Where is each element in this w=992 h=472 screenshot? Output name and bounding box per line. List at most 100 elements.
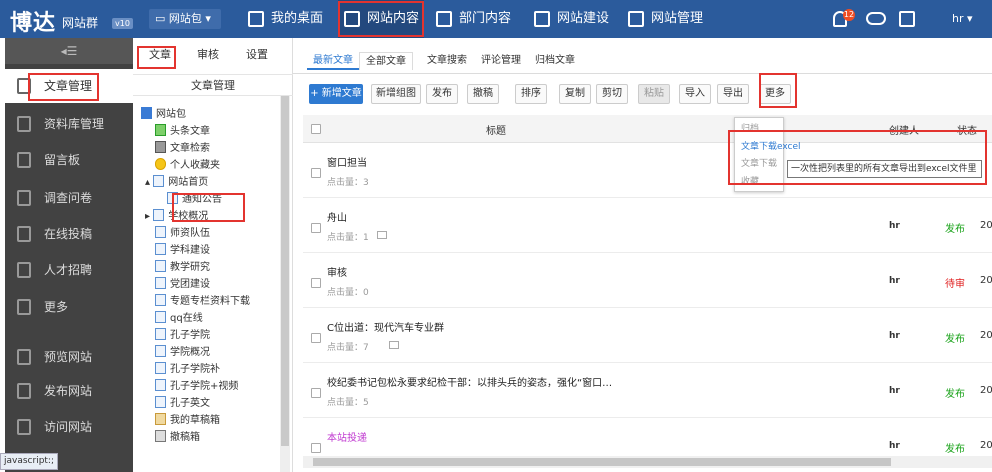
tree-item[interactable]: 网站包 xyxy=(141,106,250,123)
nav-site-build[interactable]: 网站建设 xyxy=(534,0,609,38)
tree-item[interactable]: qq在线 xyxy=(141,310,250,327)
image-icon xyxy=(377,231,387,239)
export-button[interactable]: 导出 xyxy=(717,84,749,104)
row-checkbox[interactable] xyxy=(311,388,321,398)
import-button[interactable]: 导入 xyxy=(679,84,711,104)
tree-scrollbar[interactable] xyxy=(280,96,290,472)
tree-tab-settings[interactable]: 设置 xyxy=(240,44,274,66)
tree-item[interactable]: 师资队伍 xyxy=(141,225,250,242)
tree-item[interactable]: 孔子学院 xyxy=(141,327,250,344)
row-creator: hr xyxy=(889,221,900,231)
add-gallery-button[interactable]: 新增组图 xyxy=(371,84,421,104)
tree-tab-review[interactable]: 审核 xyxy=(191,44,225,66)
row-checkbox[interactable] xyxy=(311,223,321,233)
tree-item-label: 头条文章 xyxy=(170,126,210,137)
table-row[interactable]: 本站投递 hr 发布 20 xyxy=(303,419,992,456)
tree-item-label: 孔子学院 xyxy=(170,330,210,341)
tree-item[interactable]: 学科建设 xyxy=(141,242,250,259)
tree-item[interactable]: 专题专栏资料下载 xyxy=(141,293,250,310)
highlight-box xyxy=(759,73,797,108)
highlight-box xyxy=(28,73,99,101)
row-checkbox[interactable] xyxy=(311,168,321,178)
row-date: 20 xyxy=(980,385,992,396)
table-row[interactable]: C位出道：现代汽车专业群 点击量：7 hr 发布 20 xyxy=(303,309,992,363)
row-title[interactable]: C位出道：现代汽车专业群 xyxy=(327,319,444,334)
table-row[interactable]: 审核 点击量：0 hr 待审 20 xyxy=(303,254,992,308)
row-status: 待审 xyxy=(945,279,965,290)
tree-item[interactable]: 孔子学院补 xyxy=(141,361,250,378)
sidebar-item-visit[interactable]: 访问网站 xyxy=(5,410,133,444)
copy-button[interactable]: 复制 xyxy=(559,84,591,104)
sidebar-item-more[interactable]: 更多 xyxy=(5,290,133,324)
row-checkbox[interactable] xyxy=(311,333,321,343)
tree-item[interactable]: 头条文章 xyxy=(141,123,250,140)
sidebar-item-publish[interactable]: 发布网站 xyxy=(5,374,133,408)
sidebar-item-label: 在线投稿 xyxy=(44,227,93,241)
scroll-thumb[interactable] xyxy=(313,458,891,466)
tree-item[interactable]: 孔子学院+视频 xyxy=(141,378,250,395)
row-title[interactable]: 本站投递 xyxy=(327,429,367,444)
row-title[interactable]: 窗口担当 xyxy=(327,154,367,169)
sidebar-item-recruit[interactable]: 人才招聘 xyxy=(5,253,133,287)
monitor-icon xyxy=(628,11,644,27)
sidebar-item-survey[interactable]: 调查问卷 xyxy=(5,181,133,215)
layers-icon xyxy=(436,11,452,27)
sidebar-item-library[interactable]: 资料库管理 xyxy=(5,107,133,141)
cloud-icon[interactable] xyxy=(866,12,886,25)
tree-item[interactable]: ▴ 网站首页 xyxy=(141,174,250,191)
tree-item-label: 学科建设 xyxy=(170,245,210,256)
preview-icon xyxy=(17,349,31,365)
tree-item-label: 专题专栏资料下载 xyxy=(170,296,250,307)
scroll-thumb[interactable] xyxy=(281,96,289,446)
tab-archive[interactable]: 归档文章 xyxy=(529,52,581,70)
tree-item[interactable]: 撤稿箱 xyxy=(141,429,250,446)
row-hits: 点击量：3 xyxy=(327,178,369,188)
nav-site-admin[interactable]: 网站管理 xyxy=(628,0,703,38)
nav-dept-content[interactable]: 部门内容 xyxy=(436,0,511,38)
row-title[interactable]: 审核 xyxy=(327,264,347,279)
tree-item[interactable]: 教学研究 xyxy=(141,259,250,276)
sort-button[interactable]: 排序 xyxy=(515,84,547,104)
tree-item-label: 撤稿箱 xyxy=(170,432,200,443)
tree-item[interactable]: 我的草稿箱 xyxy=(141,412,250,429)
page-icon xyxy=(155,362,166,374)
table-row[interactable]: 舟山 点击量：1 hr 发布 20 xyxy=(303,199,992,253)
publish-button[interactable]: 发布 xyxy=(426,84,458,104)
row-checkbox[interactable] xyxy=(311,443,321,453)
sidebar-item-submit[interactable]: 在线投稿 xyxy=(5,217,133,251)
collapse-icon[interactable]: ◂☰ xyxy=(5,38,133,64)
shirt-icon[interactable] xyxy=(899,11,915,27)
add-article-button[interactable]: + 新增文章 xyxy=(309,84,363,104)
row-title[interactable]: 舟山 xyxy=(327,209,347,224)
site-select[interactable]: ▭ 网站包 ▾ xyxy=(149,9,221,29)
nav-desktop[interactable]: 我的桌面 xyxy=(248,0,323,38)
table-row[interactable]: 校纪委书记包松永要求纪检干部：以排头兵的姿态，强化“窗口… 点击量：5 hr 发… xyxy=(303,364,992,418)
tab-search[interactable]: 文章搜索 xyxy=(421,52,473,70)
tree-item[interactable]: 孔子英文 xyxy=(141,395,250,412)
tree-panel: 文章 审核 设置 文章管理 网站包 头条文章 文章检索 个人收藏夹 ▴ 网站首页… xyxy=(133,38,293,472)
select-all-checkbox[interactable] xyxy=(311,124,321,134)
tree-item[interactable]: 学院概况 xyxy=(141,344,250,361)
tree-item-label: 师资队伍 xyxy=(170,228,210,239)
plus-doc-icon xyxy=(534,11,550,27)
main-scrollbar[interactable] xyxy=(303,456,992,468)
sidebar-item-preview[interactable]: 预览网站 xyxy=(5,340,133,374)
withdraw-button[interactable]: 撤稿 xyxy=(467,84,499,104)
cut-button[interactable]: 剪切 xyxy=(596,84,628,104)
row-title[interactable]: 校纪委书记包松永要求纪检干部：以排头兵的姿态，强化“窗口… xyxy=(327,374,612,389)
page-icon xyxy=(155,345,166,357)
sidebar-item-guestbook[interactable]: 留言板 xyxy=(5,143,133,177)
row-hits: 点击量：5 xyxy=(327,398,369,408)
tab-comments[interactable]: 评论管理 xyxy=(475,52,527,70)
tree-item[interactable]: 文章检索 xyxy=(141,140,250,157)
tree-item[interactable]: 党团建设 xyxy=(141,276,250,293)
user-menu[interactable]: hr ▾ xyxy=(952,12,973,25)
tree-item-label: 教学研究 xyxy=(170,262,210,273)
tab-all[interactable]: 全部文章 xyxy=(359,52,413,70)
row-creator: hr xyxy=(889,441,900,451)
page-icon xyxy=(155,260,166,272)
paste-button[interactable]: 粘贴 xyxy=(638,84,670,104)
tree-item[interactable]: 个人收藏夹 xyxy=(141,157,250,174)
tab-latest[interactable]: 最新文章 xyxy=(307,52,359,70)
row-checkbox[interactable] xyxy=(311,278,321,288)
